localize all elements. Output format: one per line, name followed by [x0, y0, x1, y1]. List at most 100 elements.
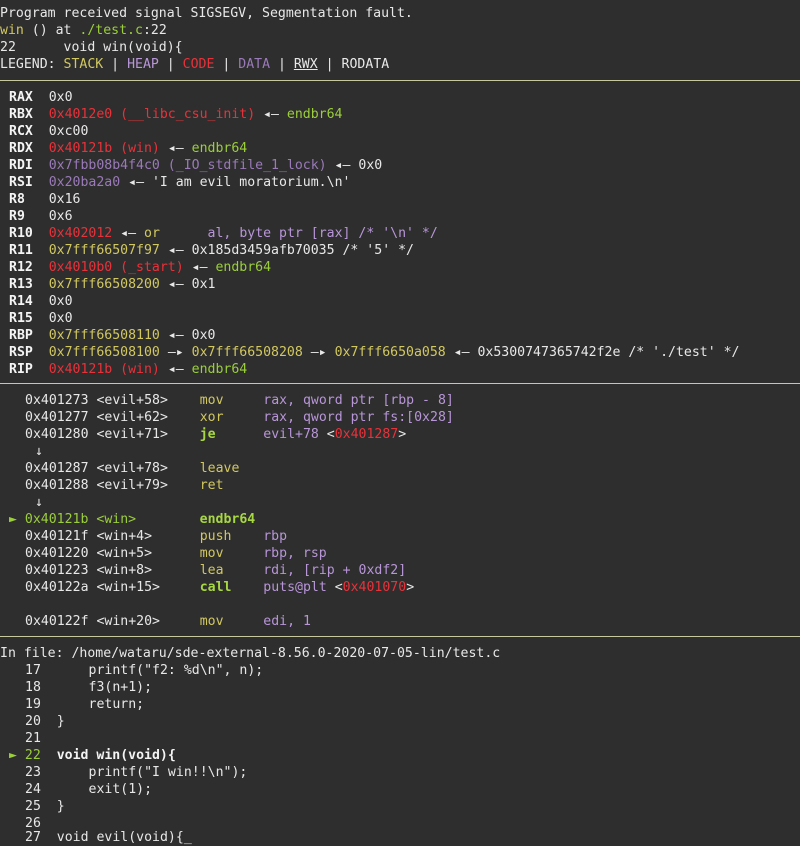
register-deref: 0x1: [191, 277, 216, 292]
register-name: R10: [9, 226, 33, 241]
register-instruction: or: [144, 226, 160, 241]
register-deref: 0x7fff66508208: [191, 345, 303, 360]
source-line: 19 return;: [25, 696, 144, 713]
deref-arrow: ◂—: [183, 260, 216, 275]
register-deref: 0x0: [191, 328, 216, 343]
source-line: 21: [25, 730, 57, 747]
source-code: printf("I win!!\n");: [56, 765, 248, 780]
source-lineno: 27: [25, 830, 41, 845]
disasm-operands: rbp, rsp: [263, 546, 327, 561]
section-divider: [0, 383, 800, 384]
legend-stack: STACK: [63, 57, 104, 72]
register-r14: R14 0x0: [9, 293, 73, 310]
disasm-opcode: endbr64: [199, 512, 256, 527]
legend-separator: |: [214, 57, 239, 72]
deref-arrow: ◂—: [159, 141, 192, 156]
disasm-operands: puts@plt: [263, 580, 327, 595]
current-source-line: 22 void win(void){: [0, 39, 183, 56]
disasm-address: 0x401220: [25, 546, 89, 561]
legend-data: DATA: [238, 57, 271, 72]
register-value: 0x20ba2a0: [48, 175, 121, 190]
disasm-symbol: <evil+71>: [96, 427, 168, 442]
source-code: return;: [56, 697, 145, 712]
register-r13: R13 0x7fff66508200 ◂— 0x1: [9, 276, 215, 293]
source-line-current: ► 22 void win(void){: [9, 747, 176, 764]
source-code: void win(void){: [56, 748, 176, 763]
down-arrow-icon: ↓: [35, 444, 43, 459]
register-rax: RAX 0x0: [9, 89, 73, 106]
disasm-address: 0x401288: [25, 478, 89, 493]
section-divider: [0, 80, 800, 81]
register-value: 0xc00: [48, 124, 89, 139]
disasm-symbol: <win+5>: [96, 546, 153, 561]
disasm-operands: 1: [302, 614, 311, 629]
disasm-symbol: <evil+62>: [96, 410, 168, 425]
register-name: RDI: [9, 158, 33, 173]
disasm-operands: rbp: [263, 529, 288, 544]
disasm-operands: rdi,: [263, 563, 303, 578]
terminal-window[interactable]: Program received signal SIGSEGV, Segment…: [0, 0, 800, 846]
legend-code: CODE: [182, 57, 215, 72]
source-line: 27 void evil(void){_: [25, 829, 192, 846]
legend-separator: |: [270, 57, 294, 72]
register-rdi: RDI 0x7fbb08b4f4c0 (_IO_stdfile_1_lock) …: [9, 157, 382, 174]
register-deref: endbr64: [191, 141, 248, 156]
register-value: 0x0: [48, 311, 73, 326]
register-value: 0x40121b (win): [48, 362, 160, 377]
source-lineno: 21: [25, 731, 41, 746]
register-r15: R15 0x0: [9, 310, 73, 327]
disasm-line: 0x401220 <win+5> mov rbp, rsp: [25, 545, 327, 562]
disasm-opcode: call: [199, 580, 232, 595]
legend-rodata: RODATA: [341, 57, 390, 72]
source-lineno: 25: [25, 799, 41, 814]
register-name: R11: [9, 243, 33, 258]
register-name: R15: [9, 311, 33, 326]
register-value: 0x4012e0 (__libc_csu_init): [48, 107, 256, 122]
source-file-line: In file: /home/wataru/sde-external-8.56.…: [0, 645, 500, 662]
disasm-opcode: xor: [199, 410, 224, 425]
disasm-symbol: <win+20>: [96, 614, 161, 629]
register-value: 0x7fff66508100: [48, 345, 160, 360]
legend-rwx: RWX: [293, 57, 318, 72]
register-value: 0x40121b (win): [48, 141, 160, 156]
source-code: }: [56, 799, 65, 814]
disasm-symbol: <evil+58>: [96, 393, 168, 408]
current-line-marker-icon: ►: [9, 748, 17, 763]
disasm-opcode: mov: [199, 546, 224, 561]
register-name: R9: [9, 209, 25, 224]
source-line: 24 exit(1);: [25, 781, 152, 798]
register-deref: 'I am evil moratorium.\n': [151, 175, 351, 190]
register-name: RSP: [9, 345, 33, 360]
disasm-operands: 0xdf2: [358, 563, 399, 578]
legend-label: LEGEND:: [0, 57, 64, 72]
source-code: f3(n+1);: [56, 680, 153, 695]
register-deref: endbr64: [286, 107, 343, 122]
register-value: 0x402012: [48, 226, 113, 241]
register-operands: [rax] /* '\n' */: [302, 226, 438, 241]
frame-at: () at: [23, 23, 80, 38]
register-value: 0x16: [48, 192, 81, 207]
register-r9: R9 0x6: [9, 208, 73, 225]
register-name: RAX: [9, 90, 33, 105]
register-r10: R10 0x402012 ◂— or al, byte ptr [rax] /*…: [9, 225, 438, 242]
frame-file: ./test.c: [79, 23, 143, 38]
source-lineno: 23: [25, 765, 41, 780]
disasm-symbol: <evil+79>: [96, 478, 168, 493]
register-rdx: RDX 0x40121b (win) ◂— endbr64: [9, 140, 247, 157]
register-r11: R11 0x7fff66507f97 ◂— 0x185d3459afb70035…: [9, 242, 414, 259]
source-line: 17 printf("f2: %d\n", n);: [25, 662, 263, 679]
disasm-line: 0x401280 <evil+71> je evil+78 <0x401287>: [25, 426, 406, 443]
register-rbx: RBX 0x4012e0 (__libc_csu_init) ◂— endbr6…: [9, 106, 343, 123]
source-code: printf("f2: %d\n", n);: [56, 663, 264, 678]
disasm-symbol: <win>: [96, 512, 137, 527]
register-rcx: RCX 0xc00: [9, 123, 88, 140]
frame-line-number: :22: [142, 23, 167, 38]
disasm-line: 0x401223 <win+8> lea rdi, [rip + 0xdf2]: [25, 562, 406, 579]
source-file-path: /home/wataru/sde-external-8.56.0-2020-07…: [71, 646, 501, 661]
register-r12: R12 0x4010b0 (_start) ◂— endbr64: [9, 259, 271, 276]
register-value: 0x7fbb08b4f4c0 (_IO_stdfile_1_lock): [48, 158, 327, 173]
register-value: 0x7fff66508110: [48, 328, 160, 343]
source-line: 18 f3(n+1);: [25, 679, 152, 696]
register-name: RIP: [9, 362, 33, 377]
disasm-address: 0x40122f: [25, 614, 89, 629]
